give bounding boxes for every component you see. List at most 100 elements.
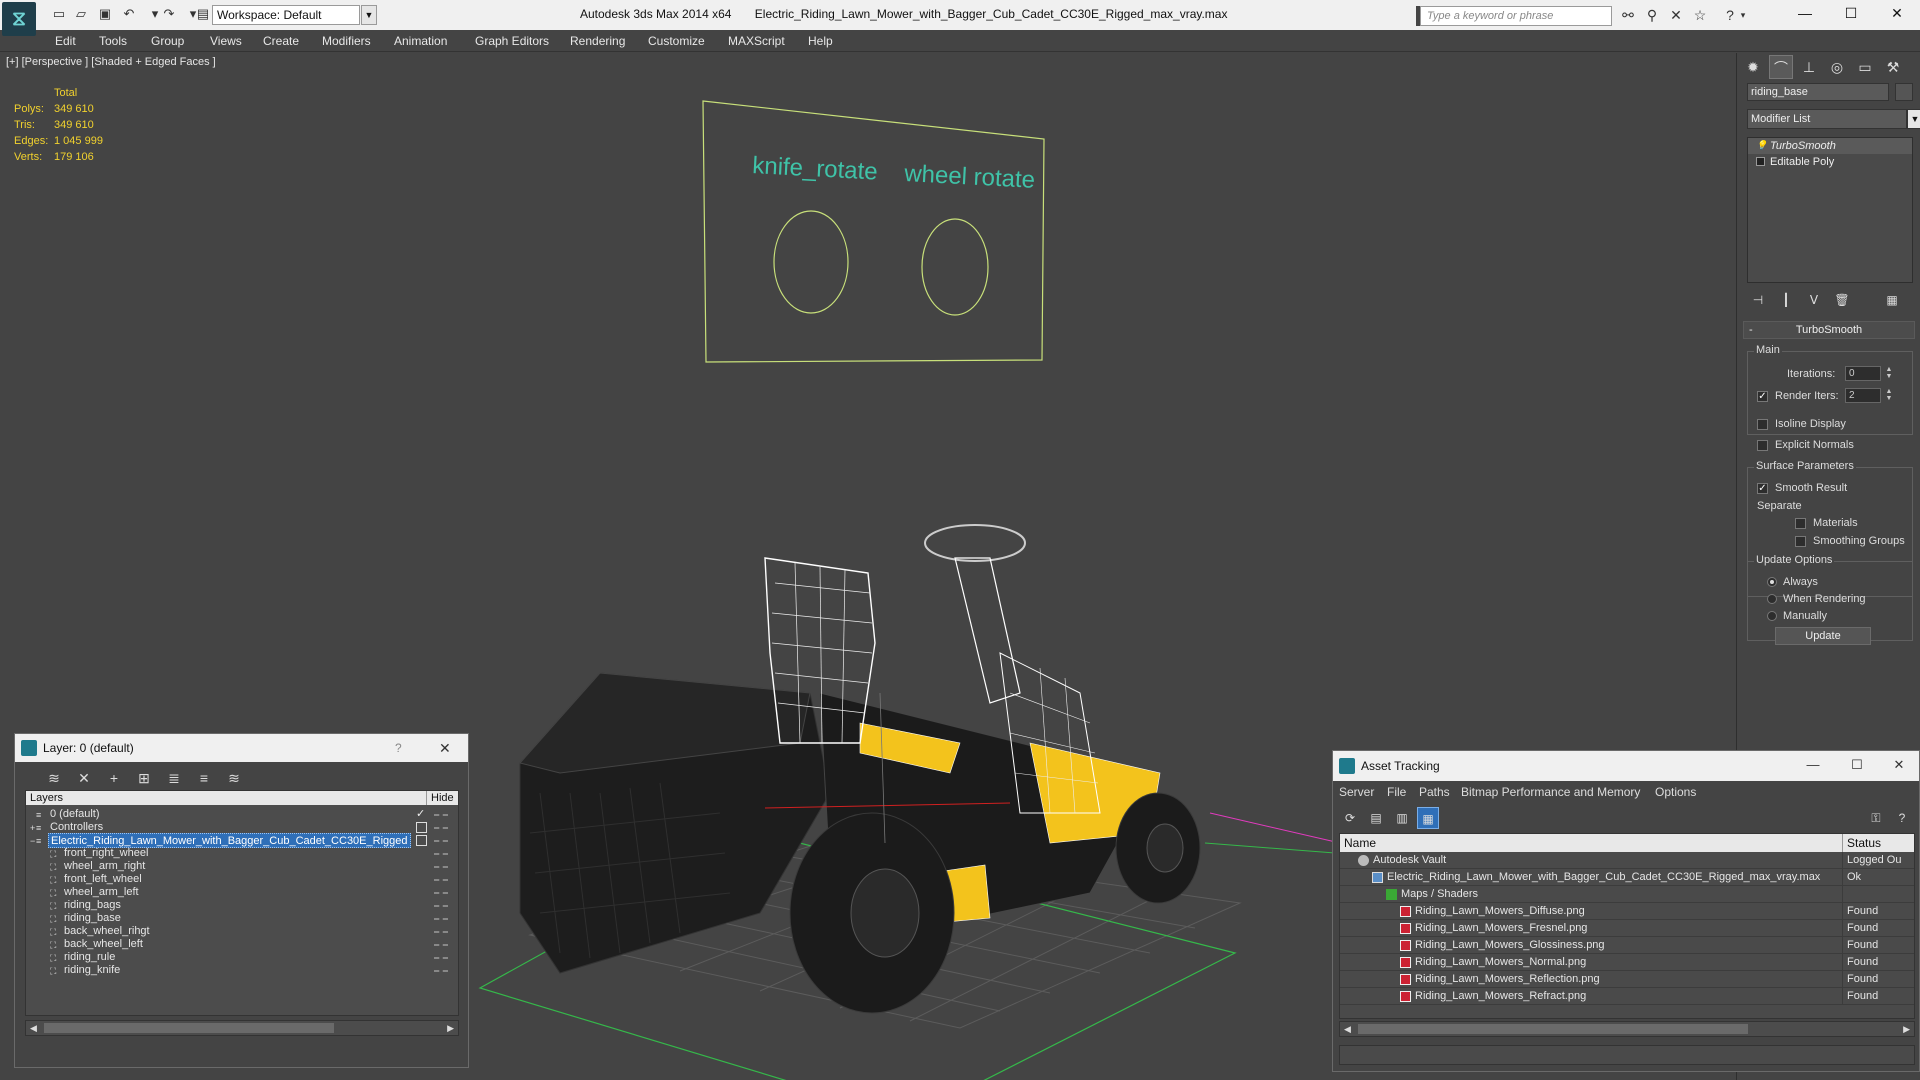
- refresh-icon[interactable]: ⟳: [1339, 807, 1361, 829]
- smooth-result-checkbox[interactable]: ✓: [1757, 483, 1768, 494]
- layer-window-title-bar[interactable]: Layer: 0 (default) ? ✕: [15, 734, 468, 762]
- hide-state-indicator[interactable]: [434, 853, 448, 855]
- menu-tools[interactable]: Tools: [99, 34, 127, 48]
- help-icon[interactable]: ?: [1891, 807, 1913, 829]
- asset-path-field[interactable]: [1339, 1045, 1915, 1065]
- hide-state-indicator[interactable]: [434, 957, 448, 959]
- modify-tab-icon[interactable]: ⌒: [1769, 55, 1793, 79]
- hide-state-indicator[interactable]: [434, 840, 448, 842]
- scroll-thumb[interactable]: [44, 1023, 334, 1033]
- scroll-thumb[interactable]: [1358, 1024, 1748, 1034]
- search-input[interactable]: Type a keyword or phrase: [1420, 6, 1612, 26]
- status-column-header[interactable]: Status: [1842, 834, 1914, 852]
- hide-state-indicator[interactable]: [434, 879, 448, 881]
- hide-state-indicator[interactable]: [434, 892, 448, 894]
- scroll-right-icon[interactable]: ▶: [1903, 1022, 1910, 1036]
- scroll-right-icon[interactable]: ▶: [447, 1021, 454, 1035]
- hide-state-indicator[interactable]: [434, 970, 448, 972]
- layer-horizontal-scrollbar[interactable]: ◀ ▶: [25, 1020, 459, 1036]
- redo-icon[interactable]: ↷: [160, 6, 178, 22]
- show-end-result-icon[interactable]: ┃: [1777, 291, 1795, 309]
- update-button[interactable]: Update: [1775, 627, 1871, 645]
- menu-modifiers[interactable]: Modifiers: [322, 34, 371, 48]
- hide-state-indicator[interactable]: [434, 918, 448, 920]
- help-dropdown-icon[interactable]: ▾: [1738, 6, 1748, 24]
- lightbulb-icon[interactable]: 💡: [1756, 141, 1767, 150]
- asset-menu-bitmap-performance[interactable]: Bitmap Performance and Memory: [1461, 785, 1640, 799]
- create-tab-icon[interactable]: ✹: [1741, 55, 1765, 79]
- close-icon[interactable]: ✕: [439, 734, 451, 762]
- hide-state-indicator[interactable]: [434, 827, 448, 829]
- select-objects-icon[interactable]: ⊞: [133, 768, 155, 788]
- asset-row[interactable]: Riding_Lawn_Mowers_Reflection.png Found: [1340, 971, 1914, 988]
- maximize-button[interactable]: ☐: [1837, 751, 1877, 781]
- explicit-normals-checkbox[interactable]: [1757, 440, 1768, 451]
- asset-row[interactable]: Riding_Lawn_Mowers_Fresnel.png Found: [1340, 920, 1914, 937]
- vault-login-icon[interactable]: ⚿: [1865, 807, 1887, 829]
- open-file-icon[interactable]: ▱: [72, 6, 90, 22]
- maximize-button[interactable]: ☐: [1828, 0, 1874, 30]
- asset-row[interactable]: Maps / Shaders: [1340, 886, 1914, 903]
- asset-menu-file[interactable]: File: [1387, 785, 1406, 799]
- object-name-field[interactable]: riding_base: [1747, 83, 1889, 101]
- when-rendering-radio[interactable]: [1767, 594, 1777, 604]
- smoothing-groups-checkbox[interactable]: [1795, 536, 1806, 547]
- asset-horizontal-scrollbar[interactable]: ◀ ▶: [1339, 1021, 1915, 1037]
- asset-menu-server[interactable]: Server: [1339, 785, 1374, 799]
- close-button[interactable]: ✕: [1874, 0, 1920, 30]
- expand-icon[interactable]: +: [30, 823, 39, 833]
- new-file-icon[interactable]: ▭: [50, 6, 68, 22]
- menu-rendering[interactable]: Rendering: [570, 34, 625, 48]
- freeze-all-layers-icon[interactable]: ≋: [223, 768, 245, 788]
- menu-create[interactable]: Create: [263, 34, 299, 48]
- asset-row[interactable]: Riding_Lawn_Mowers_Refract.png Found: [1340, 988, 1914, 1005]
- utilities-tab-icon[interactable]: ⚒: [1881, 55, 1905, 79]
- stack-item-turbosmooth[interactable]: 💡 TurboSmooth: [1748, 138, 1912, 154]
- spinner-arrows-icon[interactable]: ▲ ▼: [1885, 366, 1893, 381]
- materials-checkbox[interactable]: [1795, 518, 1806, 529]
- asset-row[interactable]: Riding_Lawn_Mowers_Glossiness.png Found: [1340, 937, 1914, 954]
- minimize-button[interactable]: —: [1793, 751, 1833, 781]
- communication-center-icon[interactable]: ✕: [1666, 6, 1686, 24]
- modifier-list-select[interactable]: Modifier List: [1747, 109, 1907, 129]
- layers-column-header[interactable]: Layers: [30, 791, 63, 805]
- table-view-icon[interactable]: ▦: [1417, 807, 1439, 829]
- manually-radio[interactable]: [1767, 611, 1777, 621]
- scroll-left-icon[interactable]: ◀: [30, 1021, 37, 1035]
- hide-state-indicator[interactable]: [434, 931, 448, 933]
- render-iters-checkbox[interactable]: ✓: [1757, 391, 1768, 402]
- highlight-selected-icon[interactable]: ≣: [163, 768, 185, 788]
- active-layer-check-icon[interactable]: ✓: [416, 809, 427, 820]
- scroll-left-icon[interactable]: ◀: [1344, 1022, 1351, 1036]
- menu-maxscript[interactable]: MAXScript: [728, 34, 785, 48]
- spinner-arrows-icon[interactable]: ▲ ▼: [1885, 388, 1893, 403]
- hide-toggle[interactable]: [416, 822, 427, 833]
- asset-row[interactable]: Riding_Lawn_Mowers_Diffuse.png Found: [1340, 903, 1914, 920]
- hide-state-indicator[interactable]: [434, 944, 448, 946]
- isoline-display-checkbox[interactable]: [1757, 419, 1768, 430]
- expand-icon[interactable]: −: [30, 836, 39, 846]
- asset-row[interactable]: Electric_Riding_Lawn_Mower_with_Bagger_C…: [1340, 869, 1914, 886]
- tree-view-icon[interactable]: ▥: [1391, 807, 1413, 829]
- asset-row[interactable]: Autodesk Vault Logged Ou: [1340, 852, 1914, 869]
- hide-all-layers-icon[interactable]: ≡: [193, 768, 215, 788]
- favorites-star-icon[interactable]: ☆: [1690, 6, 1710, 24]
- hide-state-indicator[interactable]: [434, 866, 448, 868]
- pin-stack-icon[interactable]: ⊣: [1749, 291, 1767, 309]
- remove-modifier-icon[interactable]: 🗑: [1833, 291, 1851, 309]
- workspace-select[interactable]: Workspace: Default ▼: [212, 5, 377, 25]
- asset-row[interactable]: Riding_Lawn_Mowers_Normal.png Found: [1340, 954, 1914, 971]
- menu-graph-editors[interactable]: Graph Editors: [475, 34, 549, 48]
- menu-edit[interactable]: Edit: [55, 34, 76, 48]
- add-to-layer-icon[interactable]: +: [103, 768, 125, 788]
- hide-state-indicator[interactable]: [434, 905, 448, 907]
- help-button[interactable]: ?: [395, 734, 402, 762]
- make-unique-icon[interactable]: Ⅴ: [1805, 291, 1823, 309]
- asset-menu-options[interactable]: Options: [1655, 785, 1696, 799]
- undo-icon[interactable]: ↶: [120, 6, 138, 22]
- hierarchy-tab-icon[interactable]: ⊥: [1797, 55, 1821, 79]
- menu-group[interactable]: Group: [151, 34, 184, 48]
- menu-customize[interactable]: Customize: [648, 34, 705, 48]
- create-layer-icon[interactable]: ≋: [43, 768, 65, 788]
- stack-item-editable-poly[interactable]: Editable Poly: [1748, 154, 1912, 170]
